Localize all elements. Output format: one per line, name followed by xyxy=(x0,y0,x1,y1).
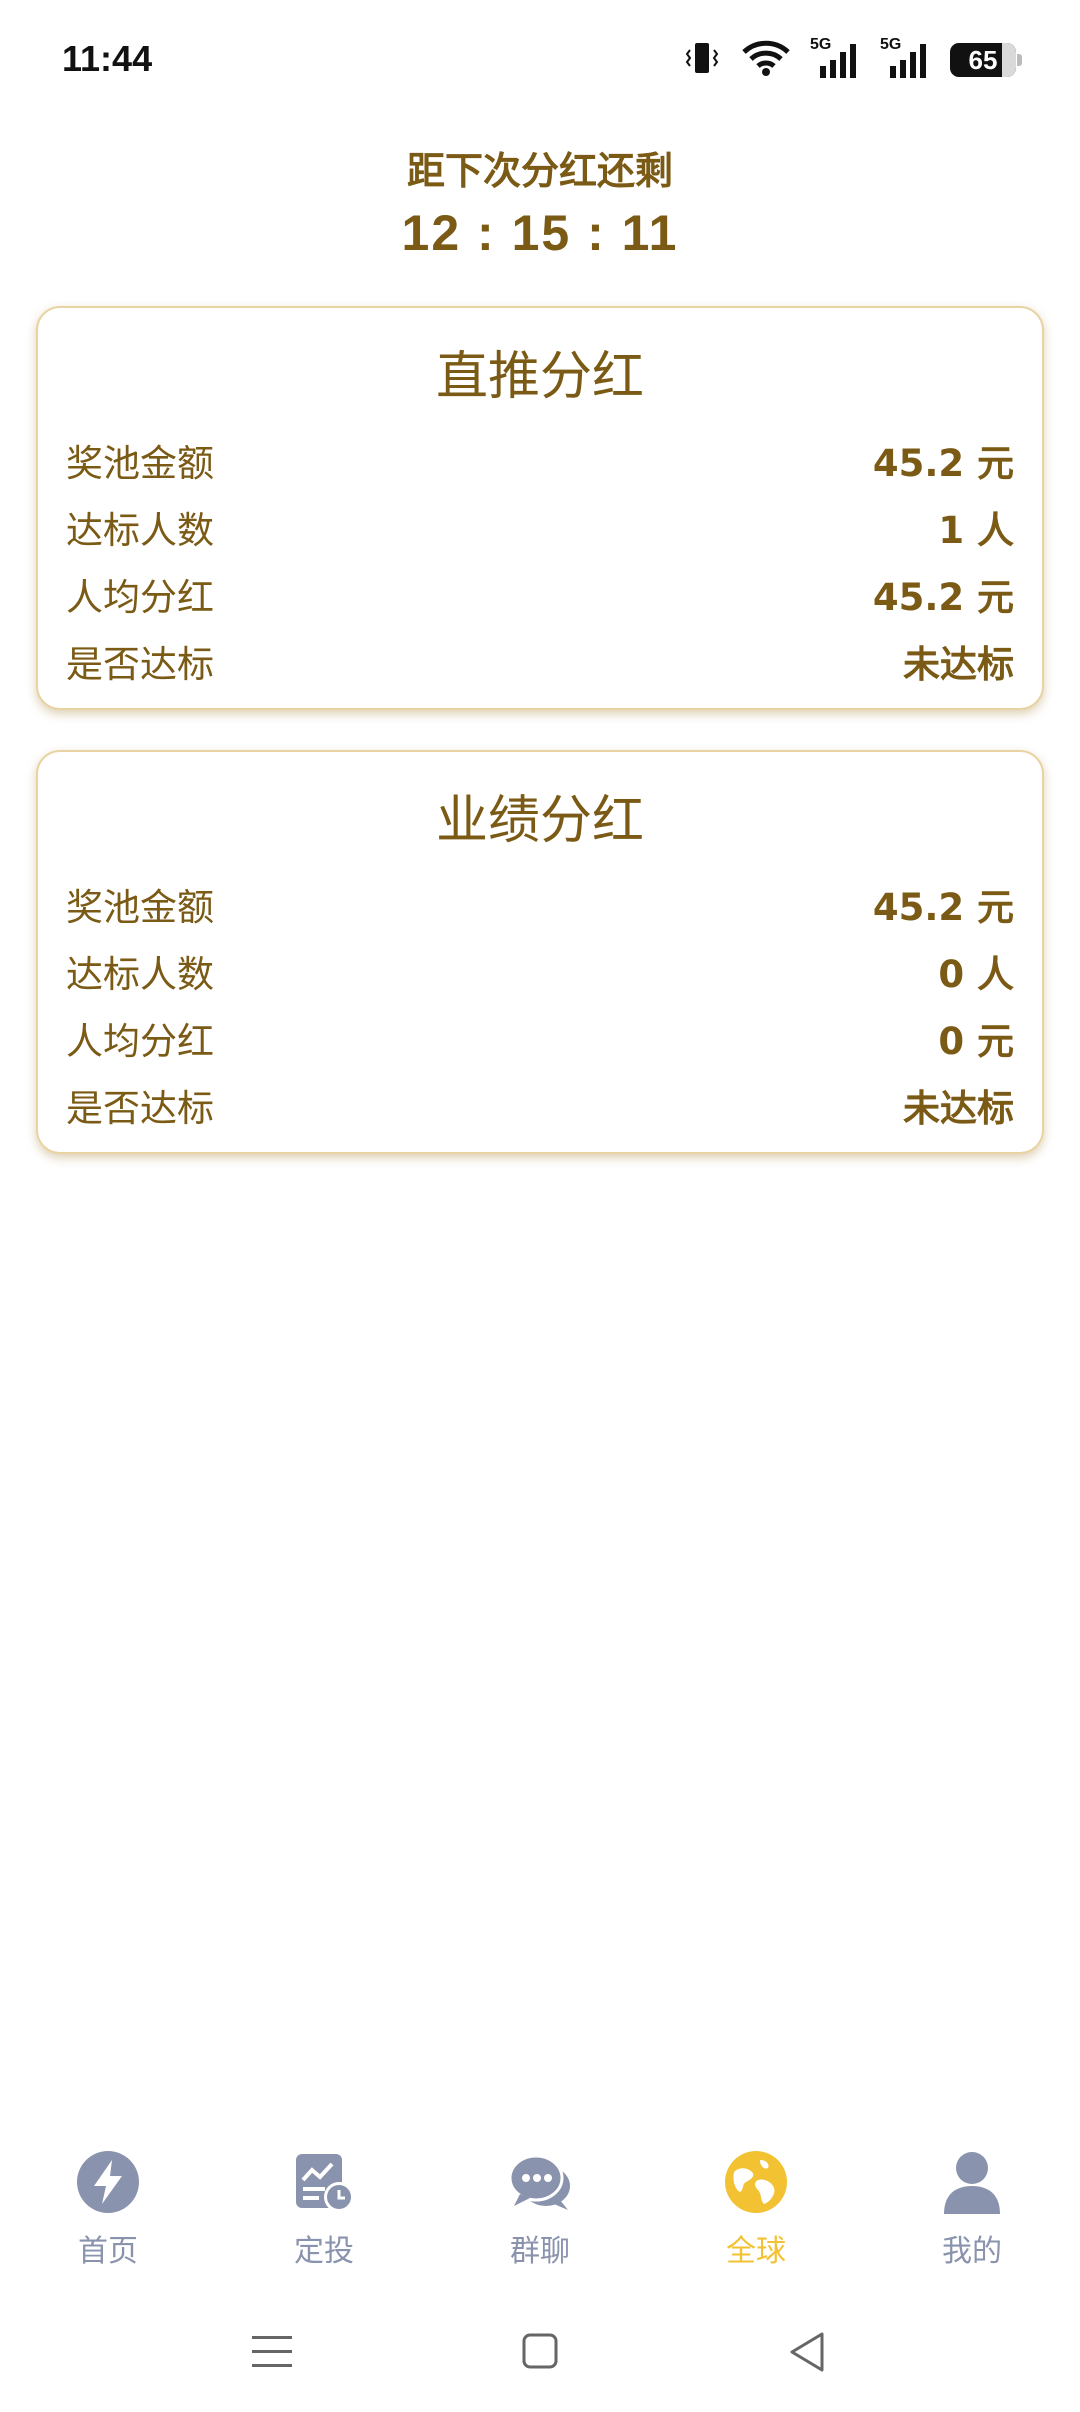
qualified-count-row: 达标人数 0 人 xyxy=(66,943,1014,999)
qualified-count-row: 达标人数 1 人 xyxy=(66,499,1014,555)
wifi-icon xyxy=(740,38,792,82)
globe-icon xyxy=(724,2150,788,2214)
user-icon xyxy=(940,2150,1004,2214)
home-icon[interactable] xyxy=(512,2324,568,2380)
countdown-title: 距下次分红还剩 xyxy=(406,149,673,193)
status-icons: 5G 5G 65 xyxy=(682,36,1022,82)
row-value: 45.2 元 xyxy=(872,442,1014,485)
nav-item-invest[interactable]: 定投 xyxy=(216,2130,432,2270)
performance-dividend-card: 业绩分红 奖池金额 45.2 元 达标人数 0 人 人均分红 0 元 是否达标 … xyxy=(36,750,1044,1154)
direct-dividend-card: 直推分红 奖池金额 45.2 元 达标人数 1 人 人均分红 45.2 元 是否… xyxy=(36,306,1044,710)
bottom-nav: 首页 定投 群聊 全球 我的 xyxy=(0,2130,1080,2270)
prize-pool-row: 奖池金额 45.2 元 xyxy=(66,876,1014,932)
nav-label: 全球 xyxy=(726,2234,786,2269)
row-label: 人均分红 xyxy=(66,576,214,619)
battery-empty-segment xyxy=(1002,43,1016,77)
row-label: 达标人数 xyxy=(66,509,214,552)
card-title: 业绩分红 xyxy=(435,791,644,851)
per-capita-row: 人均分红 0 元 xyxy=(66,1010,1014,1066)
status-time: 11:44 xyxy=(62,38,153,79)
system-nav-bar xyxy=(0,2300,1080,2412)
row-value: 45.2 元 xyxy=(872,576,1014,619)
row-value: 未达标 xyxy=(903,643,1014,686)
nav-item-home[interactable]: 首页 xyxy=(0,2130,216,2270)
back-icon[interactable] xyxy=(780,2324,836,2380)
countdown-timer: 12 : 15 : 11 xyxy=(401,205,679,261)
nav-label: 群聊 xyxy=(510,2234,570,2269)
nav-label: 首页 xyxy=(78,2234,138,2269)
row-value: 1 人 xyxy=(938,509,1014,552)
chat-bubbles-icon xyxy=(508,2150,572,2214)
per-capita-row: 人均分红 45.2 元 xyxy=(66,566,1014,622)
nav-item-group-chat[interactable]: 群聊 xyxy=(432,2130,648,2270)
signal-5g-icon: 5G xyxy=(810,36,862,80)
chart-clock-icon xyxy=(292,2150,356,2214)
lightning-icon xyxy=(76,2150,140,2214)
row-label: 达标人数 xyxy=(66,953,214,996)
row-label: 奖池金额 xyxy=(66,886,214,929)
nav-item-global[interactable]: 全球 xyxy=(648,2130,864,2270)
qualification-status-row: 是否达标 未达标 xyxy=(66,1077,1014,1133)
battery-icon: 65 xyxy=(950,43,1022,77)
row-value: 0 元 xyxy=(938,1020,1014,1063)
qualification-status-row: 是否达标 未达标 xyxy=(66,633,1014,689)
nav-label: 我的 xyxy=(942,2234,1002,2269)
menu-icon[interactable] xyxy=(244,2324,300,2380)
status-bar: 11:44 5G 5G 65 xyxy=(0,0,1080,124)
row-label: 是否达标 xyxy=(66,1087,214,1130)
row-value: 0 人 xyxy=(938,953,1014,996)
prize-pool-row: 奖池金额 45.2 元 xyxy=(66,432,1014,488)
nav-item-profile[interactable]: 我的 xyxy=(864,2130,1080,2270)
vibrate-icon xyxy=(682,38,722,82)
card-title: 直推分红 xyxy=(435,347,644,407)
row-label: 是否达标 xyxy=(66,643,214,686)
row-label: 奖池金额 xyxy=(66,442,214,485)
signal-5g-icon: 5G xyxy=(880,36,932,80)
battery-level: 65 xyxy=(968,44,998,75)
row-value: 45.2 元 xyxy=(872,886,1014,929)
nav-label: 定投 xyxy=(294,2234,354,2269)
row-label: 人均分红 xyxy=(66,1020,214,1063)
row-value: 未达标 xyxy=(903,1087,1014,1130)
